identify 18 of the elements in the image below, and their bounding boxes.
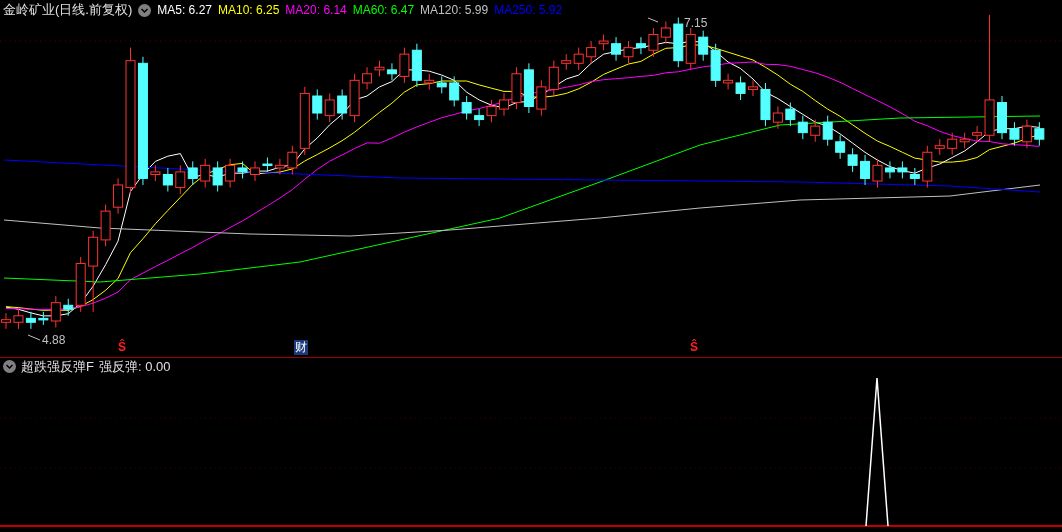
- ma-legend-label: MA250: 5.92: [494, 2, 563, 19]
- chevron-down-icon[interactable]: [3, 360, 16, 373]
- leader-line: [647, 17, 659, 23]
- ma-legend-label: MA60: 6.47: [352, 2, 415, 19]
- finance-marker[interactable]: 财: [294, 340, 308, 355]
- indicator-name: 超跌强反弹F: [21, 357, 94, 376]
- ma-legend-label: MA5: 6.27: [157, 2, 212, 19]
- ma-legend-label: MA20: 6.14: [285, 2, 347, 19]
- dividend-marker[interactable]: Ŝ: [118, 340, 126, 355]
- ma-legend-label: MA10: 6.25: [218, 2, 280, 19]
- indicator-reading: 强反弹: 0.00: [98, 357, 171, 376]
- stock-title: 金岭矿业(日线.前复权): [3, 1, 133, 20]
- low-price-label: 4.88: [42, 333, 66, 347]
- dividend-marker[interactable]: Ŝ: [690, 340, 698, 355]
- chevron-down-icon[interactable]: [138, 3, 152, 17]
- leader-line: [27, 334, 41, 341]
- ma-legend-label: MA120: 5.99: [420, 2, 489, 19]
- high-price-label: 7.15: [684, 16, 708, 30]
